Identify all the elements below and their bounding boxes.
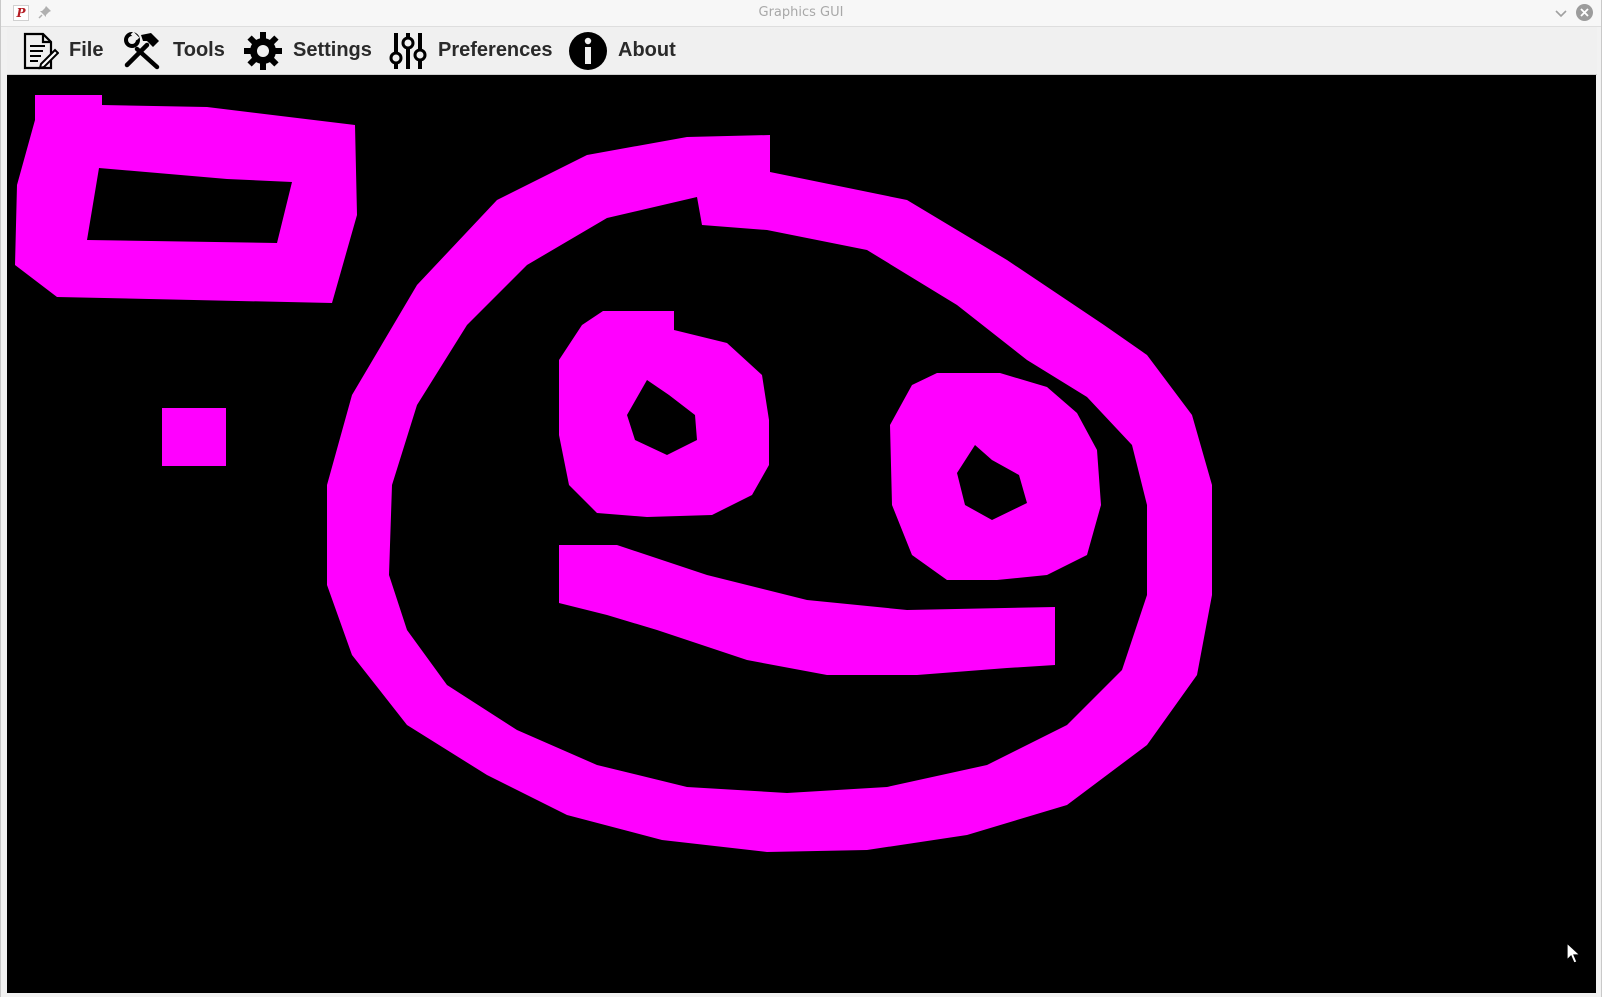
mouse-cursor-icon — [1566, 942, 1582, 964]
menu-file-label: File — [69, 39, 104, 61]
menu-about-label: About — [618, 39, 676, 61]
menu-bar: File Tools Settings Preferences About — [7, 27, 1597, 75]
window-title: Graphics GUI — [758, 5, 844, 20]
menu-settings-label: Settings — [293, 39, 372, 61]
drawn-rectangle — [15, 95, 357, 303]
menu-tools-label: Tools — [173, 39, 225, 61]
close-button[interactable] — [1576, 4, 1593, 21]
drawn-square — [162, 408, 226, 466]
chevron-down-icon[interactable] — [1553, 5, 1569, 21]
document-icon — [23, 32, 59, 69]
drawn-left-eye — [559, 311, 769, 517]
menu-settings[interactable]: Settings — [243, 27, 372, 74]
menu-tools[interactable]: Tools — [123, 27, 225, 74]
menu-about[interactable]: About — [568, 27, 676, 74]
sliders-icon — [389, 32, 427, 69]
title-bar[interactable]: P Graphics GUI — [1, 0, 1601, 27]
drawn-right-eye — [890, 373, 1101, 580]
menu-preferences-label: Preferences — [438, 39, 553, 61]
canvas-drawing — [15, 95, 1212, 852]
hammer-wrench-icon — [124, 31, 160, 69]
gear-icon — [244, 31, 282, 70]
app-window: P Graphics GUI File Tools Settings Prefe… — [0, 0, 1602, 997]
close-icon — [1580, 8, 1589, 17]
info-icon — [569, 31, 607, 70]
menu-preferences[interactable]: Preferences — [388, 27, 553, 74]
menu-file[interactable]: File — [19, 27, 103, 74]
drawing-canvas[interactable] — [7, 75, 1596, 993]
